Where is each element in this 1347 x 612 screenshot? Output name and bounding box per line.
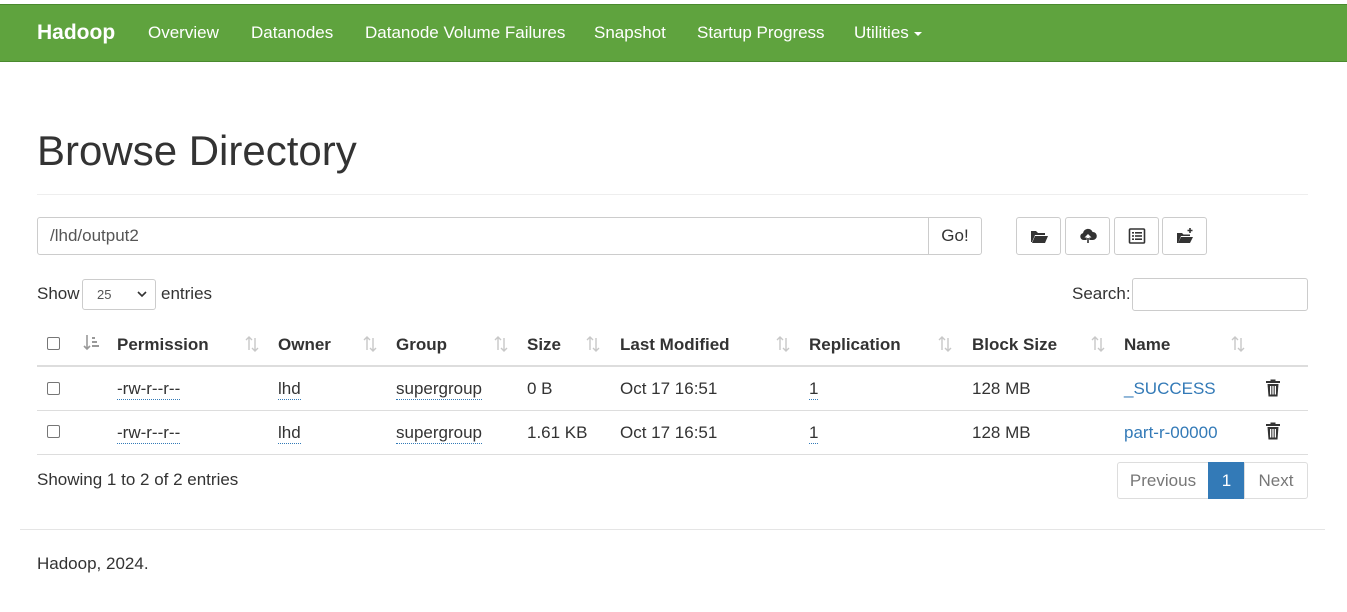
table-info: Showing 1 to 2 of 2 entries bbox=[37, 470, 239, 489]
show-label: Show bbox=[37, 284, 80, 303]
entries-select-value: 25 bbox=[97, 287, 112, 302]
brand-logo[interactable]: Hadoop bbox=[37, 5, 115, 61]
trash-icon[interactable] bbox=[1265, 422, 1281, 440]
replication-value[interactable]: 1 bbox=[809, 379, 819, 400]
entries-per-page-select[interactable]: 25 bbox=[82, 279, 156, 310]
page-title: Browse Directory bbox=[37, 127, 357, 174]
trash-icon[interactable] bbox=[1265, 379, 1281, 397]
search-input[interactable] bbox=[1132, 278, 1308, 311]
previous-page-button[interactable]: Previous bbox=[1117, 462, 1209, 499]
navbar: Hadoop Overview Datanodes Datanode Volum… bbox=[0, 4, 1347, 62]
sort-icon[interactable] bbox=[1231, 335, 1245, 353]
sort-icon[interactable] bbox=[938, 335, 952, 353]
folder-new-icon bbox=[1176, 228, 1193, 243]
permission-value[interactable]: -rw-r--r-- bbox=[117, 379, 181, 400]
last-modified-value: Oct 17 16:51 bbox=[620, 379, 718, 398]
owner-value[interactable]: lhd bbox=[278, 423, 301, 444]
row-checkbox[interactable] bbox=[47, 425, 60, 438]
col-size[interactable]: Size bbox=[527, 322, 561, 367]
entries-label: entries bbox=[161, 284, 213, 303]
chevron-down-icon bbox=[137, 291, 147, 298]
col-last-modified[interactable]: Last Modified bbox=[620, 322, 730, 367]
nav-overview[interactable]: Overview bbox=[148, 5, 219, 61]
size-value: 1.61 KB bbox=[527, 423, 588, 442]
nav-datanode-volume-failures[interactable]: Datanode Volume Failures bbox=[365, 5, 565, 61]
col-group[interactable]: Group bbox=[396, 322, 447, 367]
title-divider bbox=[37, 194, 1308, 195]
select-all-checkbox[interactable] bbox=[47, 337, 60, 350]
upload-button[interactable] bbox=[1065, 217, 1110, 255]
cloud-upload-icon bbox=[1079, 228, 1097, 243]
nav-datanodes[interactable]: Datanodes bbox=[251, 5, 333, 61]
col-replication[interactable]: Replication bbox=[809, 322, 901, 367]
col-block-size[interactable]: Block Size bbox=[972, 322, 1057, 367]
group-value[interactable]: supergroup bbox=[396, 423, 483, 444]
table-header: Permission Owner Group Size Last Modifie… bbox=[37, 322, 1308, 367]
footer-divider bbox=[20, 529, 1325, 530]
owner-value[interactable]: lhd bbox=[278, 379, 301, 400]
nav-startup-progress[interactable]: Startup Progress bbox=[697, 5, 825, 61]
list-alt-icon bbox=[1128, 228, 1145, 244]
table-row: -rw-r--r-- lhd supergroup 1.61 KB Oct 17… bbox=[37, 411, 1308, 455]
sort-ascending-icon[interactable] bbox=[83, 334, 101, 352]
nav-snapshot[interactable]: Snapshot bbox=[594, 5, 666, 61]
footer-text: Hadoop, 2024. bbox=[37, 554, 149, 573]
sort-icon[interactable] bbox=[363, 335, 377, 353]
table-row: -rw-r--r-- lhd supergroup 0 B Oct 17 16:… bbox=[37, 367, 1308, 411]
sort-icon[interactable] bbox=[1091, 335, 1105, 353]
go-button[interactable]: Go! bbox=[928, 217, 982, 255]
block-size-value: 128 MB bbox=[972, 423, 1031, 442]
create-directory-button[interactable] bbox=[1162, 217, 1207, 255]
sort-icon[interactable] bbox=[586, 335, 600, 353]
last-modified-value: Oct 17 16:51 bbox=[620, 423, 718, 442]
block-size-value: 128 MB bbox=[972, 379, 1031, 398]
nav-utilities-label: Utilities bbox=[854, 23, 909, 42]
file-name-link[interactable]: _SUCCESS bbox=[1124, 367, 1216, 411]
group-value[interactable]: supergroup bbox=[396, 379, 483, 400]
next-page-button[interactable]: Next bbox=[1244, 462, 1308, 499]
directory-path-input[interactable] bbox=[37, 217, 929, 255]
sort-icon[interactable] bbox=[776, 335, 790, 353]
nav-utilities-dropdown[interactable]: Utilities bbox=[854, 5, 922, 61]
size-value: 0 B bbox=[527, 379, 553, 398]
file-name-link[interactable]: part-r-00000 bbox=[1124, 411, 1218, 455]
open-folder-button[interactable] bbox=[1016, 217, 1061, 255]
col-permission[interactable]: Permission bbox=[117, 322, 209, 367]
search-label: Search: bbox=[1072, 284, 1131, 303]
sort-icon[interactable] bbox=[494, 335, 508, 353]
sort-icon[interactable] bbox=[245, 335, 259, 353]
caret-down-icon bbox=[913, 31, 922, 36]
folder-open-icon bbox=[1030, 231, 1048, 243]
replication-value[interactable]: 1 bbox=[809, 423, 819, 444]
row-checkbox[interactable] bbox=[47, 382, 60, 395]
col-name[interactable]: Name bbox=[1124, 322, 1170, 367]
view-list-button[interactable] bbox=[1114, 217, 1159, 255]
permission-value[interactable]: -rw-r--r-- bbox=[117, 423, 181, 444]
page-1-button[interactable]: 1 bbox=[1208, 462, 1245, 499]
col-owner[interactable]: Owner bbox=[278, 322, 331, 367]
